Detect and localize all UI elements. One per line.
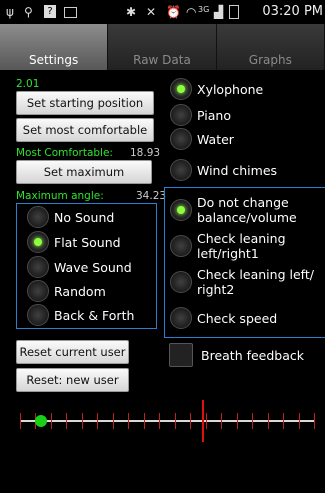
mode-no-change[interactable]: Do not change balance/volume	[170, 195, 320, 225]
slider-tick	[97, 413, 98, 429]
alarm-icon: ⏰	[166, 5, 181, 19]
radio-indicator	[170, 271, 192, 293]
slider-tick	[283, 413, 284, 429]
maximum-angle-label: Maximum angle:	[16, 190, 104, 202]
slider-tick	[237, 413, 238, 429]
sound-option-back-and-forth[interactable]: Back & Forth	[27, 304, 134, 326]
usb-icon: ψ	[6, 5, 14, 19]
most-comfortable-value: 18.93	[130, 147, 161, 159]
breath-feedback-checkbox[interactable]: Breath feedback	[169, 343, 304, 367]
tab-raw-data[interactable]: Raw Data	[108, 24, 217, 70]
clock: 03:20 PM	[262, 4, 323, 19]
mode-leaning-2[interactable]: Check leaning left/ right2	[170, 267, 324, 297]
signal-icon: ▟	[214, 5, 224, 19]
mode-leaning-1[interactable]: Check leaning left/right1	[170, 231, 320, 261]
slider-tick	[66, 413, 67, 429]
checkbox-box	[169, 343, 193, 367]
radio-indicator	[27, 256, 49, 278]
slider-tick	[51, 413, 52, 429]
bluetooth-icon: ✱	[126, 5, 137, 19]
slider-tick	[206, 413, 207, 429]
slider-tick	[190, 413, 191, 429]
radio-indicator	[170, 78, 192, 100]
slider-thumb[interactable]	[35, 415, 47, 427]
slider-track	[20, 420, 315, 422]
radio-indicator	[170, 199, 192, 221]
slider-tick	[268, 413, 269, 429]
set-starting-position-button[interactable]: Set starting position	[16, 91, 154, 115]
mute-icon: ✕	[146, 5, 157, 19]
wifi-icon: ◠	[186, 5, 197, 19]
set-most-comfortable-button[interactable]: Set most comfortable	[16, 118, 154, 142]
radio-indicator	[27, 206, 49, 228]
radio-indicator	[170, 235, 192, 257]
radio-indicator	[27, 280, 49, 302]
slider-tick	[314, 413, 315, 429]
tab-graphs[interactable]: Graphs	[216, 24, 325, 70]
instrument-water[interactable]: Water	[170, 128, 234, 150]
version-label: 2.01	[16, 78, 40, 90]
slider-tick	[82, 413, 83, 429]
tab-bar: Settings Raw Data Graphs	[0, 24, 325, 70]
slider-tick	[128, 413, 129, 429]
slider-tick	[144, 413, 145, 429]
image-icon	[64, 7, 77, 18]
mode-check-speed[interactable]: Check speed	[170, 307, 320, 329]
slider-tick	[159, 413, 160, 429]
slider-tick	[252, 413, 253, 429]
radio-indicator	[170, 104, 192, 126]
sound-option-random[interactable]: Random	[27, 280, 106, 302]
sound-option-flat-sound[interactable]: Flat Sound	[27, 231, 121, 253]
slider-tick	[221, 413, 222, 429]
sound-option-no-sound[interactable]: No Sound	[27, 206, 114, 228]
slider-tick	[113, 413, 114, 429]
maximum-angle-value: 34.23	[136, 190, 167, 202]
slider-tick	[20, 413, 21, 429]
set-maximum-button[interactable]: Set maximum	[16, 160, 152, 184]
radio-indicator	[27, 231, 49, 253]
battery-icon	[229, 5, 239, 19]
reset-new-user-button[interactable]: Reset: new user	[16, 368, 129, 392]
question-icon: ?	[44, 5, 56, 18]
most-comfortable-label: Most Comfortable:	[16, 147, 113, 159]
tab-settings[interactable]: Settings	[0, 24, 109, 70]
radio-indicator	[170, 159, 192, 181]
network-type: 3G	[198, 5, 210, 14]
target-marker	[202, 400, 204, 442]
radio-indicator	[170, 128, 192, 150]
instrument-xylophone[interactable]: Xylophone	[170, 78, 263, 100]
radio-indicator	[170, 307, 192, 329]
instrument-wind-chimes[interactable]: Wind chimes	[170, 159, 277, 181]
location-icon: ⚲	[24, 5, 33, 19]
slider-tick	[299, 413, 300, 429]
position-slider[interactable]	[20, 398, 315, 444]
sound-option-wave-sound[interactable]: Wave Sound	[27, 256, 132, 278]
slider-tick	[175, 413, 176, 429]
instrument-piano[interactable]: Piano	[170, 104, 231, 126]
radio-indicator	[27, 304, 49, 326]
status-bar: ψ ⚲ ? ✱ ✕ ⏰ ◠ 3G ▟ 03:20 PM	[0, 0, 325, 24]
reset-current-user-button[interactable]: Reset current user	[16, 340, 129, 364]
